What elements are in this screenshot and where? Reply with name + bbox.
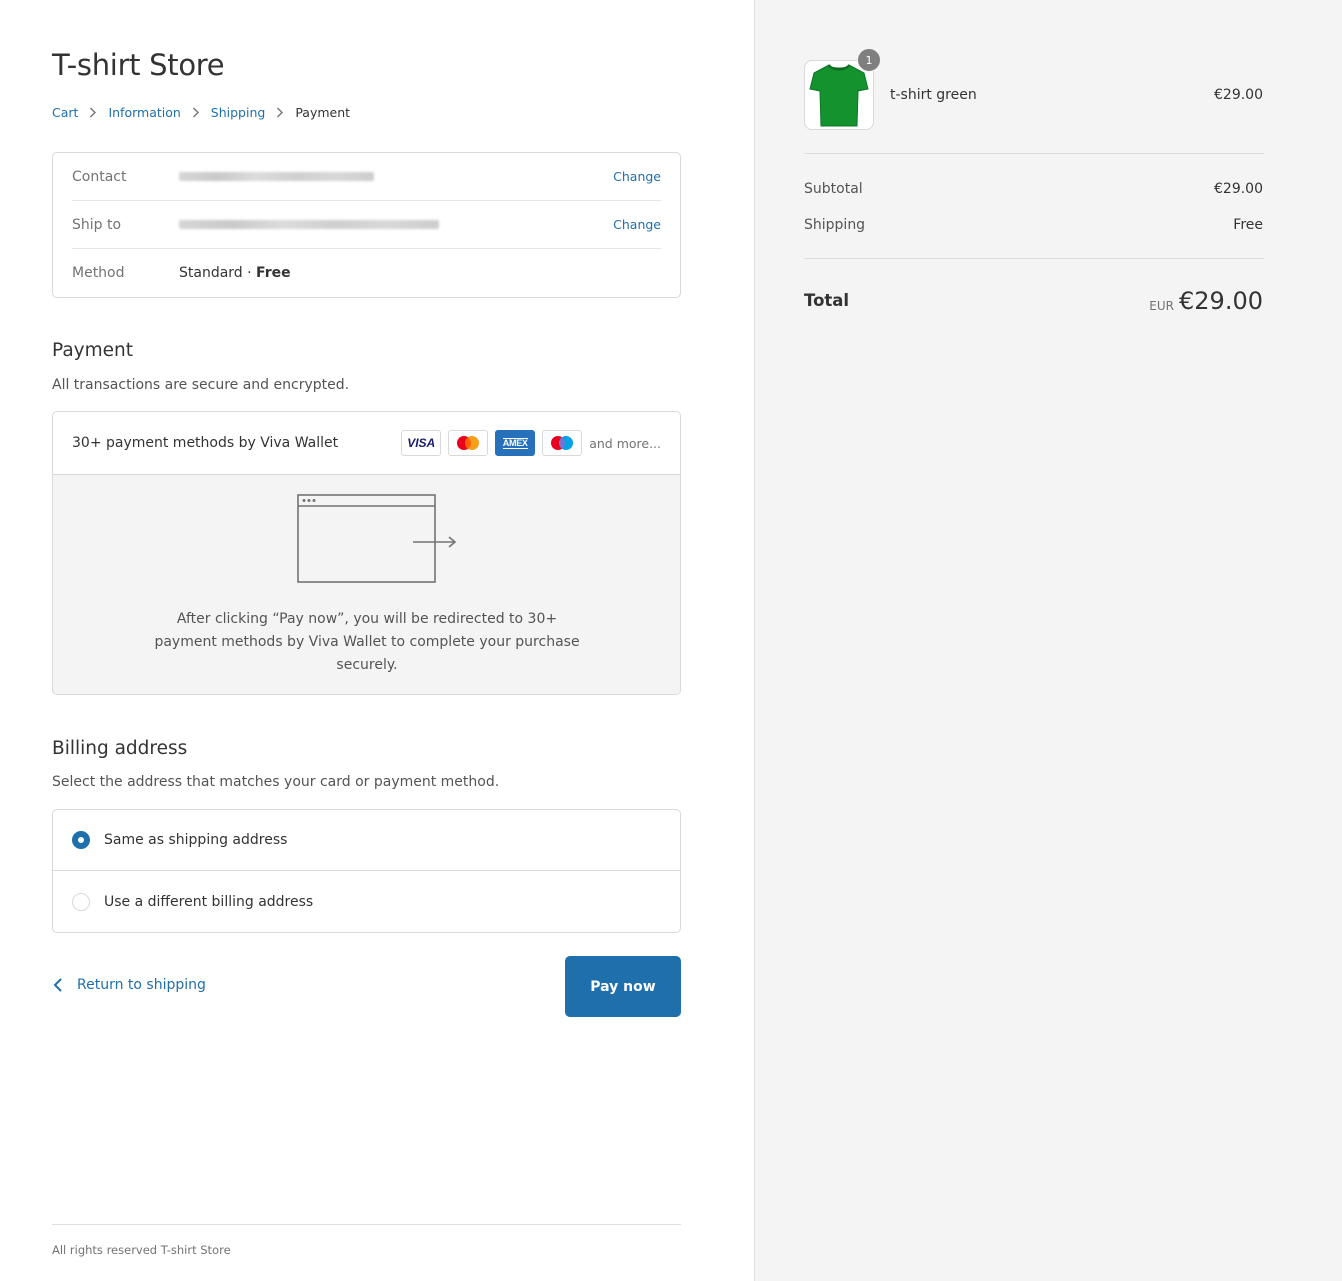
billing-options: Same as shipping address Use a different… (52, 809, 681, 933)
chevron-right-icon (265, 107, 295, 118)
order-summary: 1 t-shirt green €29.00 Subtotal €29.00 S… (754, 0, 1342, 1281)
method-name: Standard · (179, 265, 257, 281)
billing-title: Billing address (52, 738, 188, 759)
pay-now-button[interactable]: Pay now (565, 956, 681, 1017)
method-price: Free (256, 265, 291, 281)
total-currency: EUR (1149, 299, 1174, 313)
visa-label: VISA (407, 436, 436, 450)
maestro-icon (542, 430, 583, 456)
redirect-text: After clicking “Pay now”, you will be re… (154, 611, 580, 673)
summary-divider (804, 153, 1264, 154)
breadcrumb-cart[interactable]: Cart (52, 105, 78, 120)
payment-method-box: 30+ payment methods by Viva Wallet VISA … (52, 411, 681, 695)
change-contact-link[interactable]: Change (613, 169, 661, 184)
blurred-email (179, 171, 374, 181)
chevron-right-icon (181, 107, 211, 118)
visa-icon: VISA (401, 430, 442, 456)
shipping-label: Shipping (804, 217, 866, 233)
total-label: Total (804, 291, 850, 310)
ship-to-value (179, 217, 613, 233)
method-value: Standard · Free (179, 265, 661, 281)
return-to-shipping-label: Return to shipping (77, 977, 206, 993)
quantity-badge: 1 (857, 48, 881, 72)
footer-divider (52, 1224, 681, 1225)
payment-method-header[interactable]: 30+ payment methods by Viva Wallet VISA … (53, 412, 680, 475)
mastercard-icon (448, 430, 489, 456)
amex-icon: AMEX (495, 430, 536, 456)
billing-option-different-label: Use a different billing address (104, 893, 314, 910)
review-ship-row: Ship to Change (72, 201, 661, 249)
product-price: €29.00 (1214, 87, 1263, 103)
breadcrumb-payment: Payment (295, 105, 351, 120)
and-more-label: and more... (589, 435, 661, 451)
shipping-value: Free (1233, 217, 1263, 233)
breadcrumb: Cart Information Shipping Payment (52, 105, 350, 120)
store-title[interactable]: T-shirt Store (52, 48, 225, 82)
payment-redirect-panel: After clicking “Pay now”, you will be re… (53, 475, 680, 694)
checkout-main: T-shirt Store Cart Information Shipping … (0, 0, 754, 1281)
subtotal-label: Subtotal (804, 181, 863, 197)
summary-divider (804, 258, 1264, 259)
billing-subtitle: Select the address that matches your car… (52, 774, 500, 790)
radio-different-billing[interactable] (72, 892, 90, 911)
review-box: Contact Change Ship to Change Method Sta… (52, 152, 681, 298)
contact-label: Contact (72, 168, 127, 185)
card-icons: VISA AMEX and more... (401, 430, 661, 456)
total-value: €29.00 (1179, 287, 1263, 315)
blurred-address (179, 219, 439, 229)
tshirt-icon (809, 64, 869, 127)
ship-to-label: Ship to (72, 216, 122, 233)
return-to-shipping-link[interactable]: Return to shipping (52, 977, 206, 993)
payment-title: Payment (52, 340, 133, 361)
contact-value (179, 169, 613, 185)
breadcrumb-shipping[interactable]: Shipping (211, 105, 266, 120)
billing-option-same[interactable]: Same as shipping address (53, 810, 680, 871)
review-contact-row: Contact Change (72, 153, 661, 201)
breadcrumb-information[interactable]: Information (108, 105, 180, 120)
browser-redirect-icon (297, 494, 457, 583)
billing-option-same-label: Same as shipping address (104, 832, 288, 848)
review-method-row: Method Standard · Free (72, 249, 661, 297)
product-name: t-shirt green (890, 87, 977, 103)
payment-provider-label: 30+ payment methods by Viva Wallet (72, 435, 339, 451)
radio-same-shipping[interactable] (72, 831, 90, 849)
amex-label: AMEX (502, 437, 528, 449)
chevron-left-icon (53, 978, 62, 992)
footer-text: All rights reserved T-shirt Store (52, 1243, 231, 1257)
chevron-right-icon (78, 107, 108, 118)
change-ship-link[interactable]: Change (613, 217, 661, 232)
billing-option-different[interactable]: Use a different billing address (53, 871, 680, 932)
subtotal-value: €29.00 (1214, 181, 1263, 197)
payment-subtitle: All transactions are secure and encrypte… (52, 377, 350, 393)
method-label: Method (72, 265, 125, 281)
